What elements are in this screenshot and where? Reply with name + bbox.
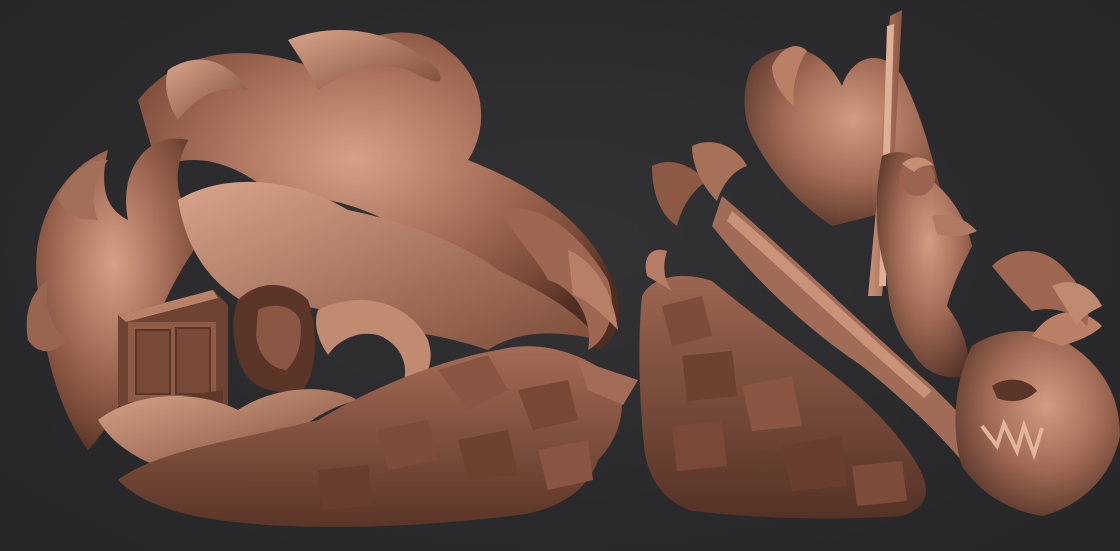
rock-chunk (852, 461, 907, 506)
left-flame-shards (692, 142, 747, 201)
right-sculpt-view (632, 6, 1120, 526)
rock-chunk (318, 465, 373, 510)
beast-head (955, 331, 1120, 516)
rock-chunk (672, 421, 727, 471)
left-sculpt-render (26, 30, 638, 527)
rock-chunk (742, 376, 802, 431)
sculpt-viewport (0, 0, 1120, 551)
warrior-arm (932, 214, 977, 237)
rock-chunk (682, 351, 737, 401)
right-sculpt-render (639, 10, 1120, 519)
left-sculpt-view (18, 10, 648, 540)
